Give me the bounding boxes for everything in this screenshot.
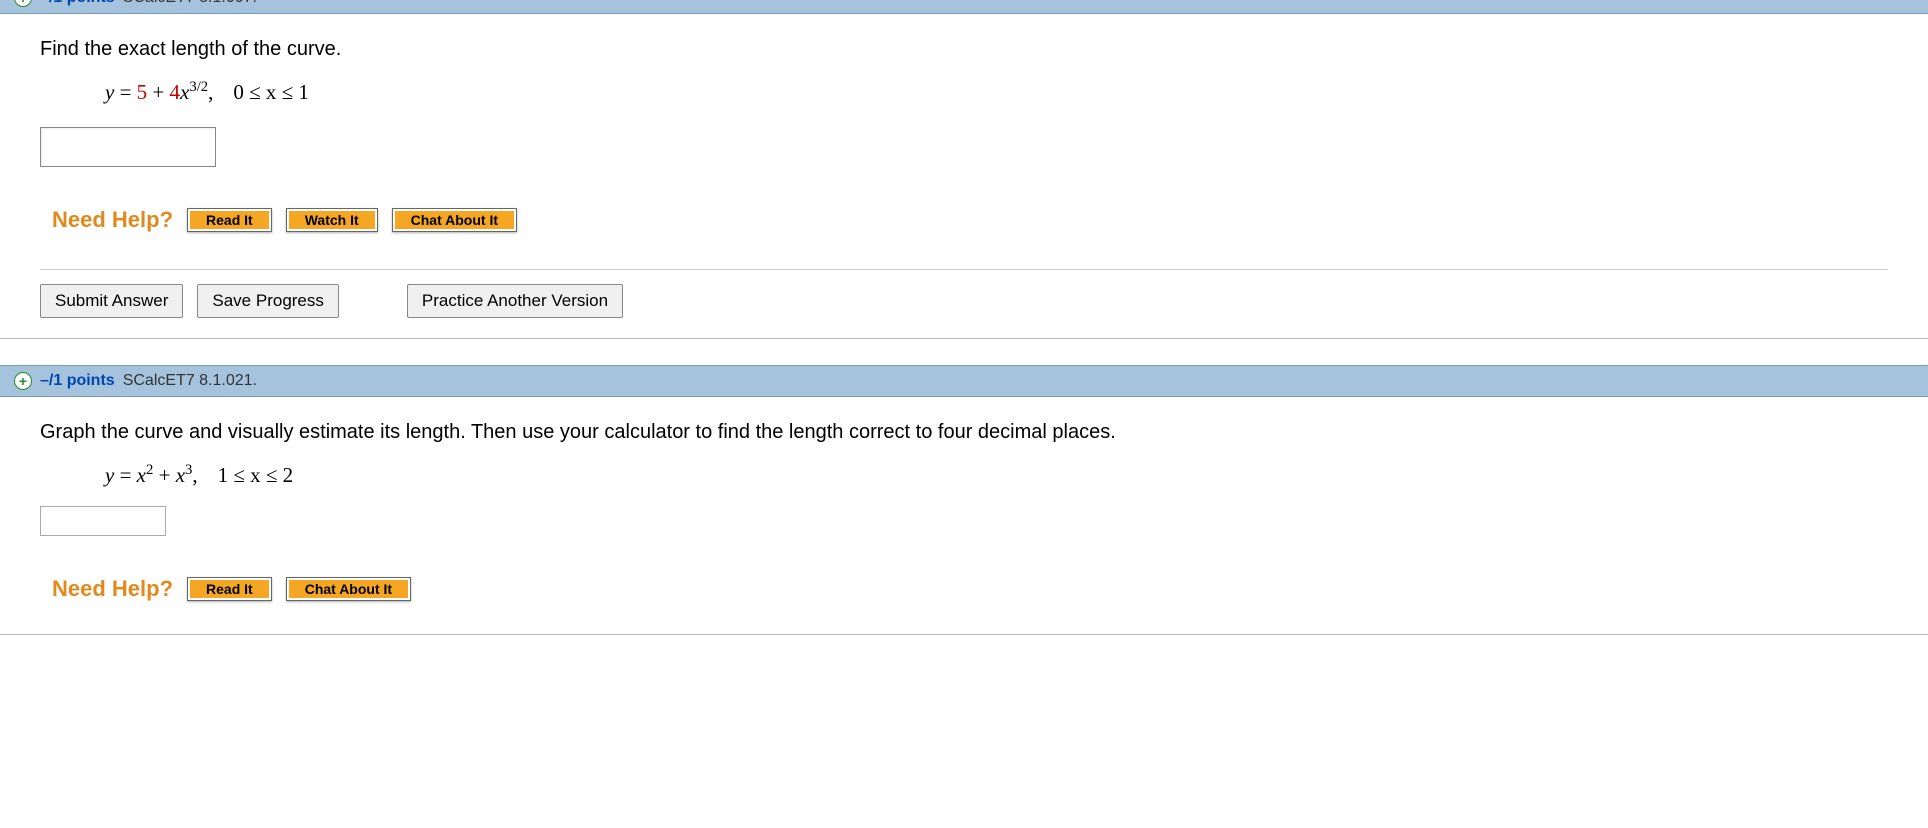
formula: y = 5 + 4x3/2,0 ≤ x ≤ 1 [105,79,1888,105]
answer-input[interactable] [40,127,216,167]
expand-icon[interactable]: + [14,372,32,390]
read-it-button[interactable]: Read It [187,577,272,601]
help-row: Need Help? Read It Watch It Chat About I… [52,207,1888,233]
question-prompt: Graph the curve and visually estimate it… [40,421,1888,444]
source-label: SCalcET7 8.1.021. [123,372,257,390]
answer-input[interactable] [40,506,166,536]
need-help-label: Need Help? [52,207,173,233]
question-prompt: Find the exact length of the curve. [40,38,1888,61]
points-label: –/1 points [40,0,115,7]
points-label: –/1 points [40,372,115,390]
question-body-2: Graph the curve and visually estimate it… [0,397,1928,635]
expand-icon[interactable]: + [14,0,32,7]
question-header-2: + –/1 points SCalcET7 8.1.021. [0,365,1928,397]
formula: y = x2 + x3,1 ≤ x ≤ 2 [105,462,1888,488]
submit-answer-button[interactable]: Submit Answer [40,284,183,318]
question-header-1: + –/1 points SCalcET7 8.1.007. [0,0,1928,14]
chat-about-it-button[interactable]: Chat About It [392,208,517,232]
actions-row: Submit Answer Save Progress Practice Ano… [40,269,1888,318]
read-it-button[interactable]: Read It [187,208,272,232]
help-row: Need Help? Read It Chat About It [52,576,1888,602]
question-body-1: Find the exact length of the curve. y = … [0,14,1928,339]
watch-it-button[interactable]: Watch It [286,208,378,232]
chat-about-it-button[interactable]: Chat About It [286,577,411,601]
save-progress-button[interactable]: Save Progress [197,284,339,318]
source-label: SCalcET7 8.1.007. [123,0,257,7]
need-help-label: Need Help? [52,576,173,602]
practice-another-button[interactable]: Practice Another Version [407,284,623,318]
